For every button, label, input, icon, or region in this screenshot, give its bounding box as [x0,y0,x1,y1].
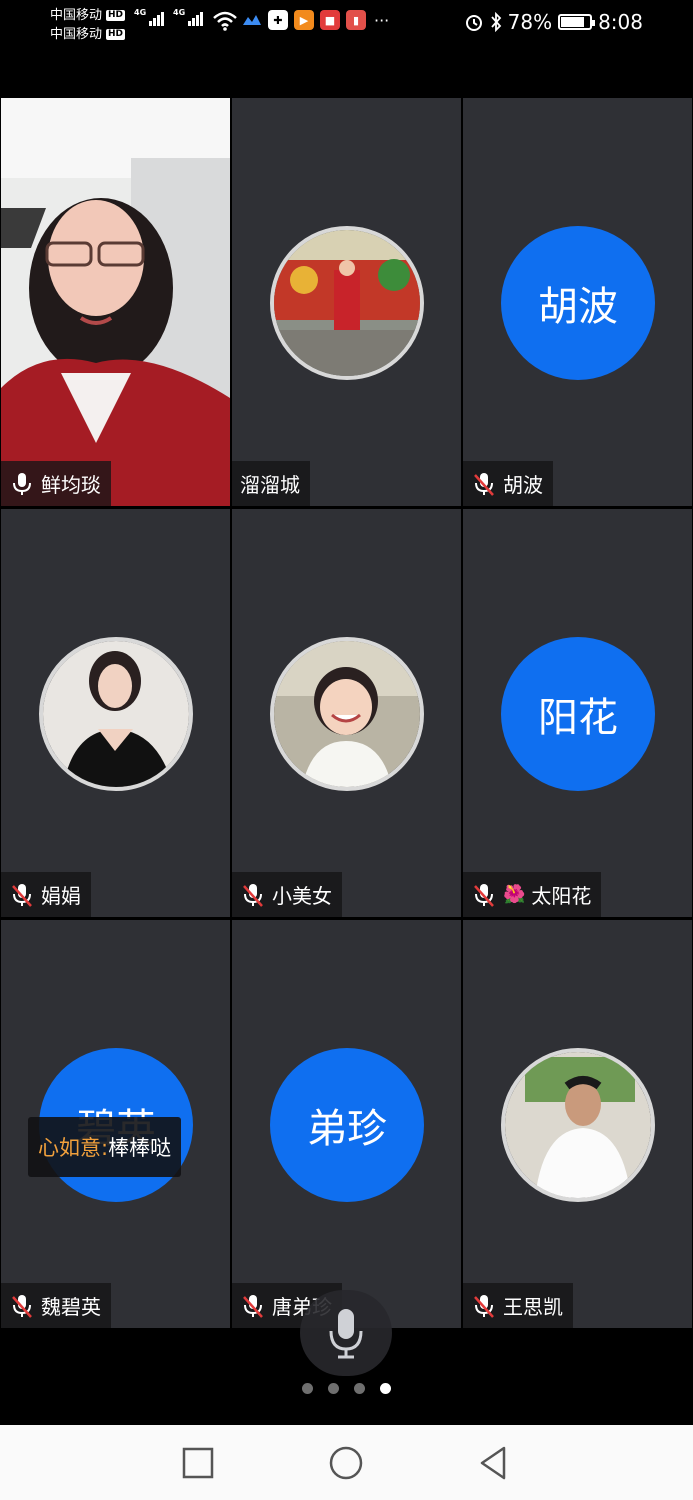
participant-name: 胡波 [503,473,543,497]
carrier-2: 中国移动 [50,27,103,42]
book-app-icon: ▮ [346,10,366,30]
participant-nameplate: 小美女 [232,872,342,917]
battery-icon [558,14,596,30]
participant-name: 魏碧英 [41,1295,101,1319]
caption-speaker: 心如意: [38,1136,109,1160]
page-indicator [0,1383,693,1394]
participant-tile[interactable]: 溜溜城 [232,98,461,506]
carrier-info: 中国移动 HD 中国移动 HD [50,6,126,44]
participant-avatar [501,1048,655,1202]
microphone-button[interactable] [300,1290,392,1376]
status-bar: 中国移动 HD 中国移动 HD 4G 4G ✚ ▶ ■ ▮ ··· 78% 8:08 [0,0,693,50]
page-dot-active[interactable] [380,1383,391,1394]
participant-video [1,98,230,506]
avatar-photo [43,641,189,787]
participant-tile[interactable]: 鲜均琰 [1,98,230,506]
video-app-icon: ▶ [294,10,314,30]
recent-apps-icon[interactable] [178,1443,218,1483]
mic-muted-icon [243,883,263,907]
chat-caption: 心如意: 棒棒哒 [28,1117,182,1177]
participant-tile[interactable]: 王思凯 [463,920,692,1328]
participant-name: 小美女 [272,884,332,908]
participant-name: 王思凯 [503,1295,563,1319]
participant-tile[interactable]: 碧英 心如意: 棒棒哒 魏碧英 [1,920,230,1328]
mic-muted-icon [243,1294,263,1318]
participant-initials-avatar: 阳花 [501,637,655,791]
participant-name: 太阳花 [531,884,592,908]
participant-avatar [39,637,193,791]
participant-nameplate: 🌺 太阳花 [463,872,602,917]
participant-grid: 鲜均琰 溜溜城 胡波 胡波 娟娟 小美女 阳花 🌺 太阳花 心如意: 棒棒哒 魏… [0,97,693,1328]
clock: 8:08 [598,10,643,34]
avatar-photo [274,641,420,787]
caption-text: 棒棒哒 [108,1136,172,1160]
participant-name: 娟娟 [41,884,81,908]
participant-tile[interactable]: 小美女 [232,509,461,917]
flower-emoji-icon: 🌺 [503,884,526,905]
participant-tile[interactable]: 娟娟 [1,509,230,917]
status-right: 78% 8:08 [464,10,643,34]
home-icon[interactable] [326,1443,366,1483]
participant-name: 溜溜城 [240,473,300,497]
participant-tile[interactable]: 胡波 胡波 [463,98,692,506]
participant-initials-avatar: 胡波 [501,226,655,380]
participant-nameplate: 魏碧英 [1,1283,111,1328]
participant-nameplate: 溜溜城 [232,461,310,506]
mic-muted-icon [12,1294,32,1318]
wifi-icon [213,11,237,31]
participant-tile[interactable]: 阳花 🌺 太阳花 [463,509,692,917]
microphone-icon [329,1309,363,1359]
participant-nameplate: 王思凯 [463,1283,573,1328]
more-notifications-icon: ··· [374,10,390,30]
cloud-bird-icon [243,15,261,25]
mic-muted-icon [474,472,494,496]
alarm-icon [465,15,482,31]
hd-badge: HD [106,29,126,40]
participant-name: 鲜均琰 [41,473,101,497]
back-icon[interactable] [474,1443,514,1483]
page-dot[interactable] [328,1383,339,1394]
hd-badge: HD [106,10,126,21]
signal-icon: 4G [173,8,204,26]
participant-tile[interactable]: 弟珍 唐弟珍 [232,920,461,1328]
avatar-photo [505,1052,651,1198]
carrier-1: 中国移动 [50,8,103,23]
mic-muted-icon [474,1294,494,1318]
mic-muted-icon [12,883,32,907]
message-app-icon: ✚ [268,10,288,30]
participant-avatar [270,226,424,380]
signal-icon: 4G [134,8,165,26]
system-nav-bar [0,1425,693,1500]
bluetooth-icon [490,12,501,32]
mic-on-icon [13,472,31,495]
participant-nameplate: 娟娟 [1,872,91,917]
page-dot[interactable] [354,1383,365,1394]
participant-avatar [270,637,424,791]
battery-percent: 78% [507,10,553,34]
participant-nameplate: 鲜均琰 [1,461,111,506]
participant-initials-avatar: 弟珍 [270,1048,424,1202]
record-app-icon: ■ [320,10,340,30]
avatar-photo [274,230,420,376]
notification-icons: ✚ ▶ ■ ▮ ··· [242,10,389,30]
mic-muted-icon [474,883,494,907]
participant-nameplate: 胡波 [463,461,553,506]
page-dot[interactable] [302,1383,313,1394]
